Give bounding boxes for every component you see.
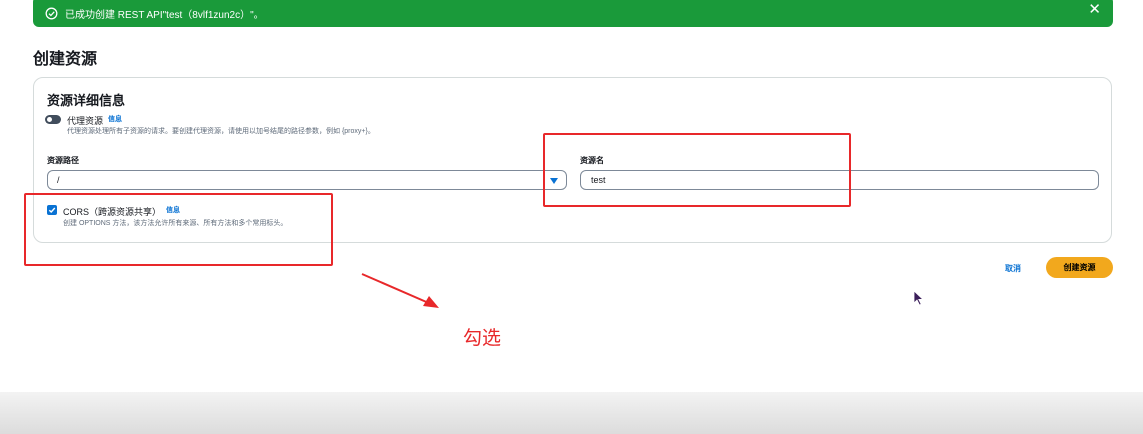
annotation-box-cors	[24, 193, 333, 266]
proxy-info-link[interactable]: 信息	[108, 114, 122, 124]
annotation-arrow-icon	[361, 273, 439, 308]
check-circle-icon	[45, 7, 58, 20]
resource-path-select[interactable]: /	[47, 170, 567, 190]
success-banner: 已成功创建 REST API"test（8vlf1zun2c）"。 ✕	[33, 0, 1113, 27]
annotation-text: 勾选	[463, 328, 502, 349]
annotation-box-resource-name	[543, 133, 851, 207]
page-title: 创建资源	[33, 51, 98, 68]
card-title: 资源详细信息	[47, 93, 126, 108]
proxy-resource-toggle[interactable]	[45, 115, 61, 124]
resource-path-value: /	[57, 175, 60, 185]
cancel-button[interactable]: 取消	[1005, 263, 1021, 274]
resource-path-label: 资源路径	[47, 156, 79, 165]
proxy-resource-row: 代理资源 信息 代理资源处理所有子资源的请求。要创建代理资源，请使用以加号结尾的…	[45, 114, 375, 135]
proxy-resource-description: 代理资源处理所有子资源的请求。要创建代理资源，请使用以加号结尾的路径参数，例如 …	[67, 128, 375, 135]
create-resource-button[interactable]: 创建资源	[1046, 257, 1113, 278]
bottom-bar	[0, 392, 1143, 434]
banner-message: 已成功创建 REST API"test（8vlf1zun2c）"。	[65, 10, 264, 21]
mouse-cursor-icon	[913, 290, 925, 306]
close-icon[interactable]: ✕	[1088, 2, 1101, 17]
